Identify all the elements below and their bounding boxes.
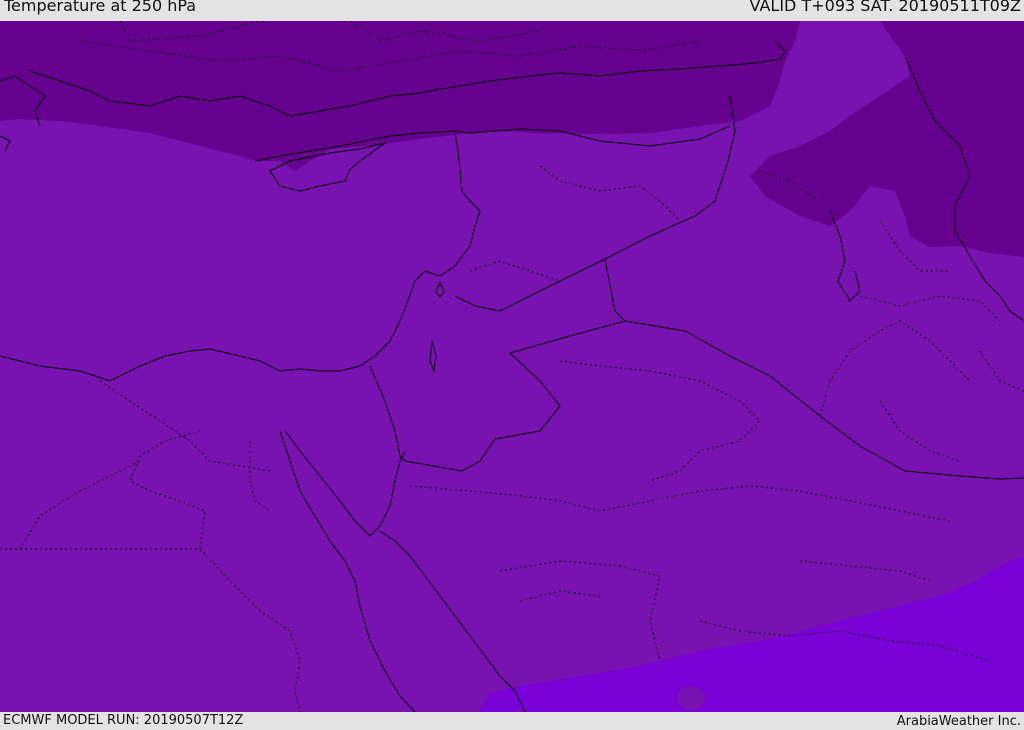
map-canvas [0,21,1024,712]
field-island [677,686,705,710]
map-title: Temperature at 250 hPa [4,0,197,15]
model-run: ECMWF MODEL RUN: 20190507T12Z [3,713,244,728]
map-header: Temperature at 250 hPa VALID T+093 SAT. … [0,0,1024,21]
map-footer: ECMWF MODEL RUN: 20190507T12Z ArabiaWeat… [0,712,1024,729]
weather-map [0,21,1024,712]
valid-time: VALID T+093 SAT. 20190511T09Z [749,0,1021,15]
credit-label: ArabiaWeather Inc. [896,714,1021,729]
